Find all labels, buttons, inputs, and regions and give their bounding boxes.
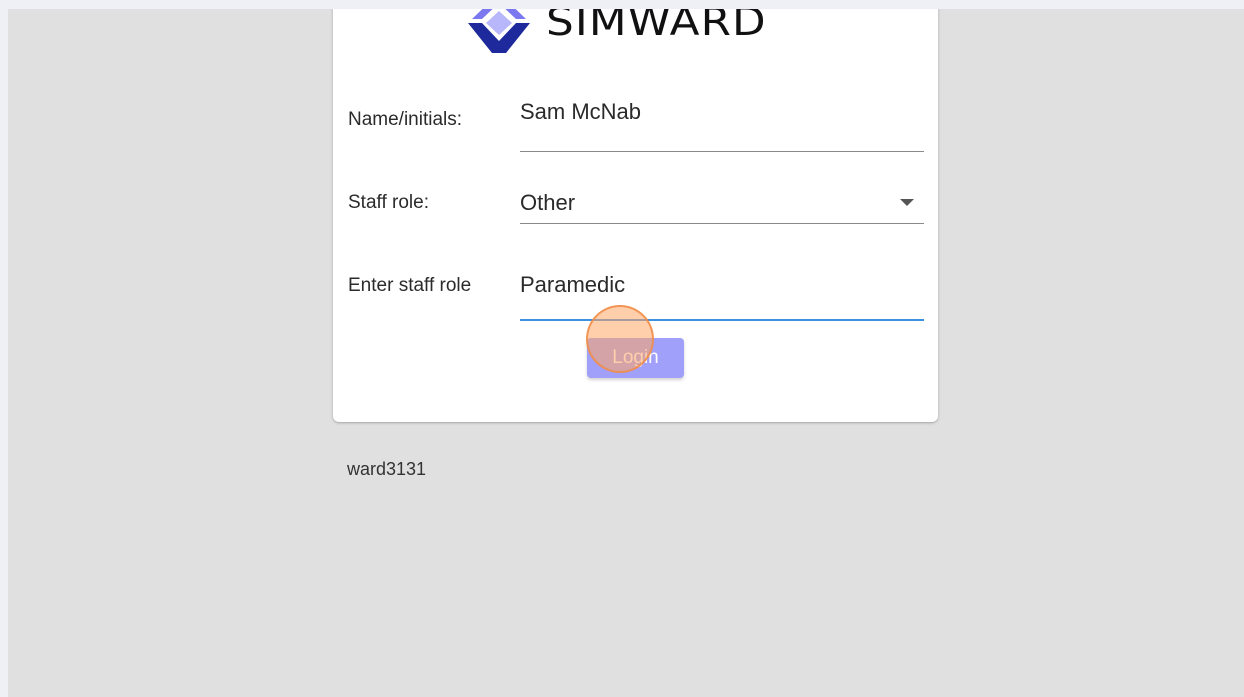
custom-role-label: Enter staff role <box>348 275 472 296</box>
chevron-down-icon[interactable] <box>900 199 914 206</box>
login-card: SIMWARD Name/initials: Sam McNab Staff r… <box>333 9 938 422</box>
name-input[interactable]: Sam McNab <box>520 99 641 125</box>
staff-role-label: Staff role: <box>348 192 429 213</box>
name-underline <box>520 151 924 152</box>
login-button[interactable]: Login <box>587 338 684 378</box>
staff-role-select[interactable]: Other <box>520 177 924 224</box>
brand-logo: SIMWARD <box>466 9 766 59</box>
name-label: Name/initials: <box>348 109 463 130</box>
simward-logo-icon <box>468 9 530 53</box>
staff-role-value: Other <box>520 190 576 215</box>
brand-name: SIMWARD <box>546 9 767 45</box>
custom-role-field[interactable]: Paramedic <box>520 261 924 322</box>
ward-id-text: ward3131 <box>347 459 427 479</box>
custom-role-underline <box>520 319 924 321</box>
custom-role-input[interactable]: Paramedic <box>520 272 625 298</box>
name-field[interactable]: Sam McNab <box>520 94 924 152</box>
app-viewport: SIMWARD Name/initials: Sam McNab Staff r… <box>8 9 1244 697</box>
staff-role-underline <box>520 223 924 224</box>
